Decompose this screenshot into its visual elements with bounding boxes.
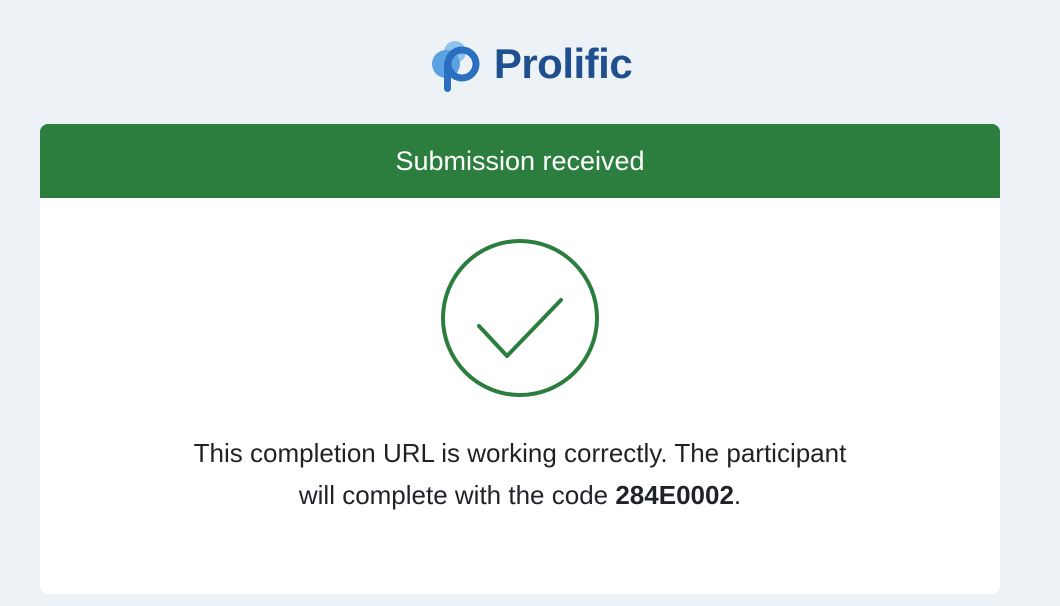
message-line-2-prefix: will complete with the code <box>298 480 616 510</box>
prolific-logo-icon <box>431 41 480 92</box>
card-title: Submission received <box>395 145 645 176</box>
brand-header: Prolific <box>0 34 1060 94</box>
message-line-1: This completion URL is working correctly… <box>193 438 847 468</box>
card-header: Submission received <box>40 124 1000 198</box>
submission-card: Submission received This completion URL … <box>40 124 1000 594</box>
message-line-2-suffix: . <box>733 480 742 510</box>
completion-code: 284E0002 <box>615 480 734 510</box>
brand-name: Prolific <box>493 40 633 87</box>
message-line-2: will complete with the code 284E0002. <box>40 474 1000 516</box>
page: Prolific Submission received This comple… <box>0 0 1060 606</box>
completion-message: This completion URL is working correctly… <box>40 432 1000 516</box>
check-circle-icon <box>441 239 599 397</box>
